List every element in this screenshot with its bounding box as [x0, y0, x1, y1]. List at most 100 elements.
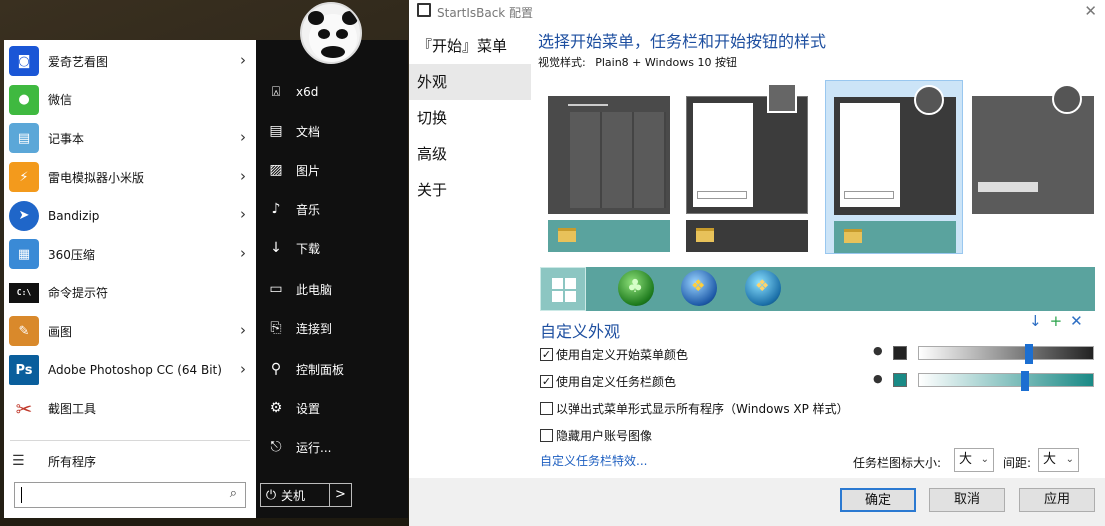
- app-item-paint[interactable]: ✎ 画图 ›: [4, 312, 256, 351]
- cancel-button[interactable]: 取消: [929, 488, 1005, 512]
- shutdown-button[interactable]: ⏻ 关机 >: [260, 483, 352, 507]
- nav-start-menu[interactable]: 『开始』菜单: [409, 28, 531, 64]
- chevron-right-icon[interactable]: ›: [240, 51, 246, 69]
- chevron-right-icon[interactable]: ›: [240, 167, 246, 185]
- close-icon[interactable]: ✕: [1084, 2, 1097, 20]
- chevron-right-icon[interactable]: ›: [240, 205, 246, 223]
- place-item-connect[interactable]: ⎘ 连接到: [266, 313, 406, 343]
- place-label: 文档: [296, 124, 321, 139]
- app-label: 爱奇艺看图: [48, 54, 109, 69]
- orb-option-windows7[interactable]: ❖: [681, 270, 717, 306]
- app-item-360zip[interactable]: ▦ 360压缩 ›: [4, 235, 256, 274]
- app-label: Adobe Photoshop CC (64 Bit): [48, 363, 222, 378]
- checkbox-hide-user-picture[interactable]: 隐藏用户账号图像: [540, 426, 652, 444]
- computer-icon: ▭: [269, 281, 283, 297]
- checkbox-custom-start-color[interactable]: ✓ 使用自定义开始菜单颜色: [540, 345, 688, 363]
- icon-size-select[interactable]: 大 ⌄: [954, 448, 994, 472]
- control-panel-icon: ⚲: [270, 361, 282, 377]
- app-label: 雷电模拟器小米版: [48, 170, 145, 185]
- close-icon[interactable]: ✕: [1070, 312, 1091, 330]
- slider-thumb[interactable]: [1025, 344, 1033, 364]
- text-caret: [21, 487, 22, 503]
- place-item-this-pc[interactable]: ▭ 此电脑: [266, 274, 406, 304]
- taskbar-color-slider[interactable]: [918, 371, 1094, 391]
- chevron-right-icon[interactable]: ›: [240, 321, 246, 339]
- style-preview: [548, 96, 670, 214]
- taskbar-effects-link[interactable]: 自定义任务栏特效...: [540, 452, 647, 469]
- checkbox[interactable]: [540, 401, 553, 415]
- user-icon: [914, 85, 944, 115]
- apply-button[interactable]: 应用: [1019, 488, 1095, 512]
- chevron-right-icon[interactable]: ›: [240, 360, 246, 378]
- checkbox[interactable]: [540, 428, 553, 442]
- app-item-iqiyi[interactable]: ◙ 爱奇艺看图 ›: [4, 42, 256, 81]
- nav-about[interactable]: 关于: [409, 172, 531, 208]
- place-item-user[interactable]: ⍓ x6d: [266, 77, 406, 107]
- app-item-cmd[interactable]: C:\ 命令提示符: [4, 274, 256, 313]
- app-label: Bandizip: [48, 208, 100, 223]
- search-input[interactable]: ⌕: [14, 482, 246, 508]
- start-menu-programs-panel: ◙ 爱奇艺看图 › ● 微信 ▤ 记事本 › ⚡ 雷电模拟器小米版 › ➤ Ba…: [4, 40, 256, 518]
- place-item-control-panel[interactable]: ⚲ 控制面板: [266, 354, 406, 384]
- search-icon[interactable]: ⌕: [230, 486, 237, 501]
- place-label: 运行...: [296, 440, 332, 455]
- folder-icon: [844, 229, 862, 243]
- app-item-wechat[interactable]: ● 微信: [4, 81, 256, 120]
- ldplayer-icon: ⚡: [9, 162, 39, 193]
- nav-advanced[interactable]: 高级: [409, 136, 531, 172]
- place-item-music[interactable]: ♪ 音乐: [266, 194, 406, 224]
- custom-appearance-heading: 自定义外观: [540, 322, 621, 341]
- style-option-4[interactable]: [964, 80, 1102, 254]
- place-item-run[interactable]: ⎋ 运行...: [266, 432, 406, 462]
- visual-style-value: Plain8 + Windows 10 按钮: [595, 56, 737, 69]
- dialog-footer: 确定 取消 应用: [409, 478, 1105, 526]
- place-item-settings[interactable]: ⚙ 设置: [266, 393, 406, 423]
- checkbox[interactable]: ✓: [540, 347, 553, 361]
- nav-appearance[interactable]: 外观: [409, 64, 531, 100]
- orb-option-windows10[interactable]: [540, 267, 586, 311]
- ok-button[interactable]: 确定: [840, 488, 916, 512]
- app-item-ldplayer[interactable]: ⚡ 雷电模拟器小米版 ›: [4, 158, 256, 197]
- orb-option-vista[interactable]: ❖: [745, 270, 781, 306]
- divider: [10, 440, 250, 441]
- style-preview: [972, 84, 1094, 214]
- nav-switch[interactable]: 切换: [409, 100, 531, 136]
- app-list: ◙ 爱奇艺看图 › ● 微信 ▤ 记事本 › ⚡ 雷电模拟器小米版 › ➤ Ba…: [4, 42, 256, 428]
- folder-icon: [696, 228, 714, 242]
- chevron-down-icon: ⌄: [980, 454, 989, 465]
- shutdown-options-button[interactable]: >: [329, 484, 351, 506]
- opacity-drop-icon[interactable]: ●: [873, 372, 883, 385]
- style-preview: [686, 83, 808, 214]
- app-item-notepad[interactable]: ▤ 记事本 ›: [4, 119, 256, 158]
- place-item-pictures[interactable]: ▨ 图片: [266, 155, 406, 185]
- checkbox[interactable]: ✓: [540, 374, 553, 388]
- chevron-right-icon[interactable]: ›: [240, 244, 246, 262]
- place-label: x6d: [296, 85, 319, 99]
- avatar[interactable]: [300, 2, 362, 64]
- style-option-3[interactable]: [825, 80, 963, 254]
- opacity-drop-icon[interactable]: ●: [873, 344, 883, 357]
- download-icon[interactable]: ↓: [1029, 312, 1050, 330]
- app-item-photoshop[interactable]: Ps Adobe Photoshop CC (64 Bit) ›: [4, 351, 256, 390]
- app-item-bandizip[interactable]: ➤ Bandizip ›: [4, 196, 256, 235]
- orb-option-clover[interactable]: ♣: [618, 270, 654, 306]
- taskbar-preview: [834, 221, 956, 253]
- app-label: 记事本: [48, 131, 85, 146]
- add-icon[interactable]: +: [1050, 312, 1071, 330]
- style-option-1[interactable]: [548, 80, 686, 254]
- start-color-swatch[interactable]: [893, 346, 907, 360]
- paint-icon: ✎: [9, 316, 39, 347]
- start-color-slider[interactable]: [918, 344, 1094, 364]
- chevron-right-icon[interactable]: ›: [240, 128, 246, 146]
- place-item-documents[interactable]: ▤ 文档: [266, 116, 406, 146]
- wechat-icon: ●: [9, 84, 39, 115]
- spacing-select[interactable]: 大 ⌄: [1038, 448, 1079, 472]
- taskbar-color-swatch[interactable]: [893, 373, 907, 387]
- slider-thumb[interactable]: [1021, 371, 1029, 391]
- checkbox-custom-taskbar-color[interactable]: ✓ 使用自定义任务栏颜色: [540, 372, 676, 390]
- all-programs-button[interactable]: ☰ 所有程序: [4, 446, 256, 476]
- style-option-2[interactable]: [686, 80, 824, 254]
- place-item-downloads[interactable]: ↓ 下载: [266, 233, 406, 263]
- checkbox-xp-style-menu[interactable]: 以弹出式菜单形式显示所有程序（Windows XP 样式）: [540, 399, 849, 417]
- app-item-snipping[interactable]: ✂ 截图工具: [4, 389, 256, 428]
